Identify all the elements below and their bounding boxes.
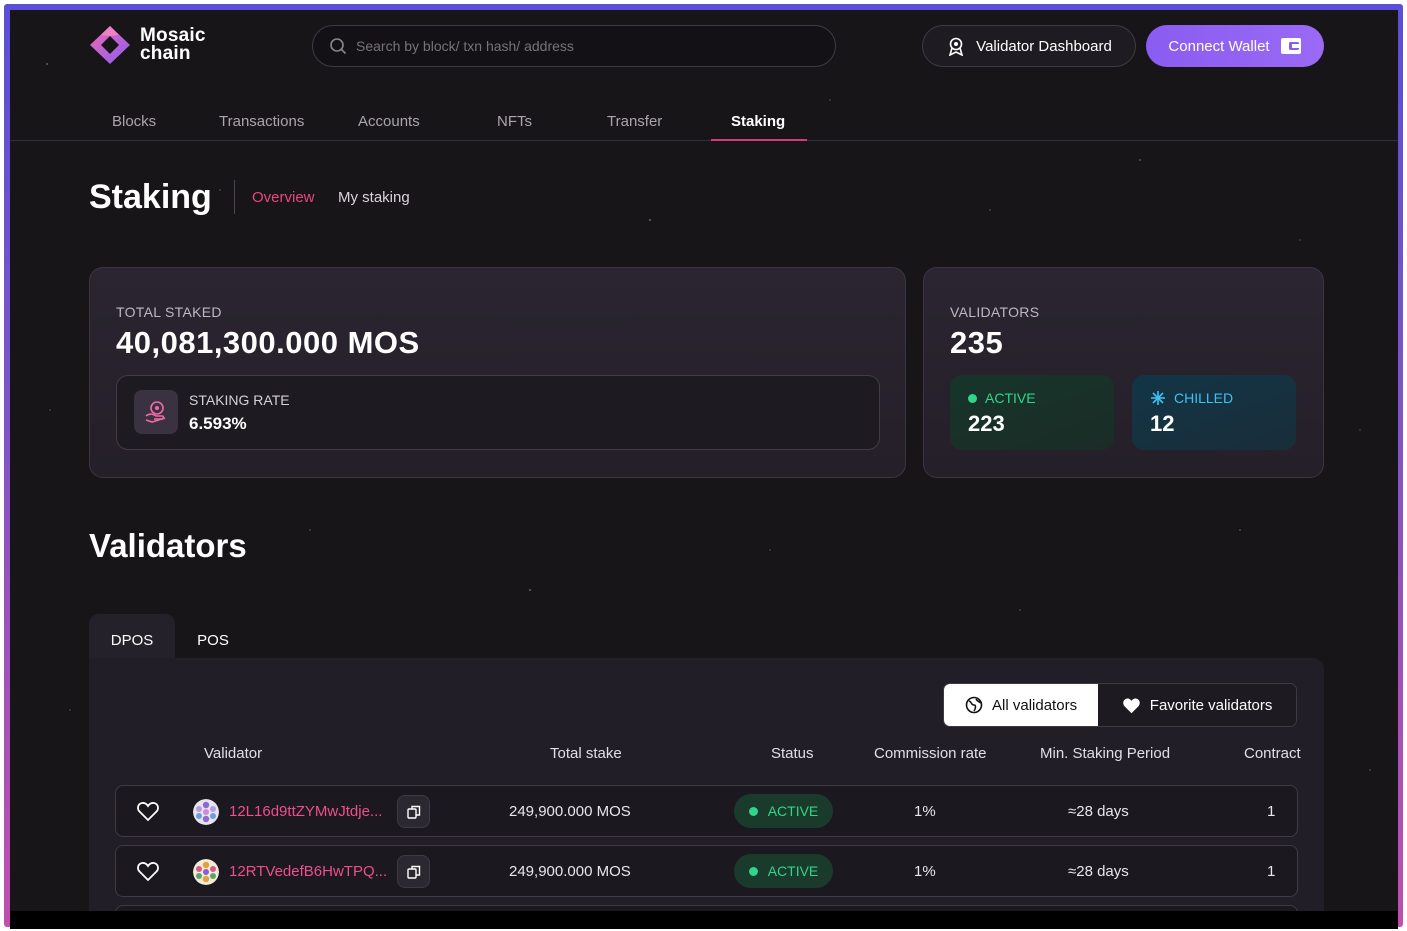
brand-logo[interactable]: Mosaic chain (88, 24, 206, 66)
favorite-validators-label: Favorite validators (1149, 696, 1273, 714)
total-stake-value: 249,900.000 MOS (509, 803, 631, 820)
table-row[interactable]: 12L16d9ttZYMwJtdje... 249,900.000 MOS AC… (115, 785, 1298, 837)
status-badge: ACTIVE (734, 794, 833, 828)
app-root: Mosaic chain Validator Dashboard Connect… (10, 10, 1398, 911)
contract-value: 1 (1267, 863, 1276, 880)
validator-badge-icon (949, 37, 964, 56)
validator-address[interactable]: 12L16d9ttZYMwJtdje... (229, 803, 382, 820)
validator-filter-toggle: All validators Favorite validators (943, 683, 1297, 727)
all-validators-button[interactable]: All validators (944, 684, 1099, 726)
validator-dashboard-button[interactable]: Validator Dashboard (922, 25, 1136, 67)
snowflake-icon (1151, 391, 1165, 405)
globe-icon (965, 696, 983, 714)
staking-rate-label: STAKING RATE (189, 392, 290, 408)
status-dot-icon (748, 806, 758, 816)
all-validators-label: All validators (992, 696, 1078, 714)
copy-address-button[interactable] (397, 855, 430, 888)
validators-summary-card: VALIDATORS 235 ACTIVE 223 CHILLED 12 (923, 267, 1324, 478)
status-text: ACTIVE (767, 803, 819, 819)
nav-accounts[interactable]: Accounts (358, 113, 420, 130)
staking-rate-box: STAKING RATE 6.593% (116, 375, 880, 450)
heart-icon (1123, 697, 1140, 713)
brand-name: Mosaic chain (140, 26, 206, 64)
validators-count: 235 (950, 325, 1004, 360)
copy-icon (406, 865, 420, 879)
nav-blocks[interactable]: Blocks (112, 113, 156, 130)
validator-address[interactable]: 12RTVedefB6HwTPQ... (229, 863, 387, 880)
active-count: 223 (968, 411, 1005, 436)
heart-icon[interactable] (136, 800, 160, 822)
avatar-icon (193, 859, 219, 885)
avatar-icon (193, 799, 219, 825)
contract-value: 1 (1267, 803, 1276, 820)
wallet-icon (1280, 38, 1301, 54)
copy-icon (406, 805, 420, 819)
min-staking-period-value: ≈28 days (1068, 863, 1129, 880)
validators-table-panel: All validators Favorite validators Valid… (89, 658, 1324, 911)
active-label-text: ACTIVE (985, 390, 1036, 406)
commission-rate-value: 1% (914, 863, 936, 880)
staking-rate-value: 6.593% (189, 414, 247, 433)
copy-address-button[interactable] (397, 795, 430, 828)
title-divider (234, 180, 235, 214)
logo-icon (90, 26, 130, 64)
search-icon (330, 38, 347, 55)
table-row[interactable] (115, 905, 1298, 911)
tab-overview[interactable]: Overview (252, 189, 315, 206)
validators-label: VALIDATORS (950, 304, 1040, 320)
validator-dashboard-label: Validator Dashboard (976, 37, 1112, 55)
min-staking-period-value: ≈28 days (1068, 803, 1129, 820)
search-bar[interactable] (312, 25, 836, 67)
nav-active-indicator (711, 139, 807, 141)
nav-nfts[interactable]: NFTs (497, 113, 532, 130)
page-title: Staking (89, 178, 212, 216)
nav-transactions[interactable]: Transactions (219, 113, 304, 130)
search-input[interactable] (356, 38, 816, 54)
tab-my-staking[interactable]: My staking (338, 189, 410, 206)
total-staked-card: TOTAL STAKED 40,081,300.000 MOS STAKING … (89, 267, 906, 478)
commission-rate-value: 1% (914, 803, 936, 820)
column-validator[interactable]: Validator (204, 745, 262, 762)
brand-name-line2: chain (140, 43, 191, 64)
connect-wallet-label: Connect Wallet (1168, 37, 1270, 55)
status-text: ACTIVE (767, 863, 819, 879)
total-stake-value: 249,900.000 MOS (509, 863, 631, 880)
total-staked-label: TOTAL STAKED (116, 304, 222, 320)
status-dot-icon (748, 866, 758, 876)
table-row[interactable]: 12RTVedefB6HwTPQ... 249,900.000 MOS ACTI… (115, 845, 1298, 897)
chilled-count: 12 (1150, 411, 1175, 436)
staking-hand-icon (134, 390, 178, 434)
active-validators-box: ACTIVE 223 (950, 375, 1114, 450)
connect-wallet-button[interactable]: Connect Wallet (1146, 25, 1324, 67)
favorite-validators-button[interactable]: Favorite validators (1098, 684, 1296, 726)
nav-staking[interactable]: Staking (731, 113, 785, 130)
status-badge: ACTIVE (734, 854, 833, 888)
column-contract[interactable]: Contract (1244, 745, 1301, 762)
column-commission-rate[interactable]: Commission rate (874, 745, 987, 762)
column-status[interactable]: Status (771, 745, 814, 762)
chilled-label: CHILLED (1150, 390, 1233, 406)
active-label: ACTIVE (968, 390, 1036, 406)
validators-section-title: Validators (89, 527, 247, 564)
main-nav: Blocks Transactions Accounts NFTs Transf… (10, 102, 1398, 141)
chilled-label-text: CHILLED (1174, 390, 1234, 406)
column-total-stake[interactable]: Total stake (550, 745, 622, 762)
active-dot-icon (968, 393, 977, 403)
nav-transfer[interactable]: Transfer (607, 113, 662, 130)
total-staked-value: 40,081,300.000 MOS (116, 325, 420, 360)
chilled-validators-box: CHILLED 12 (1132, 375, 1296, 450)
column-min-staking-period[interactable]: Min. Staking Period (1040, 745, 1170, 762)
heart-icon[interactable] (136, 860, 160, 882)
bottom-strip (10, 911, 1398, 929)
